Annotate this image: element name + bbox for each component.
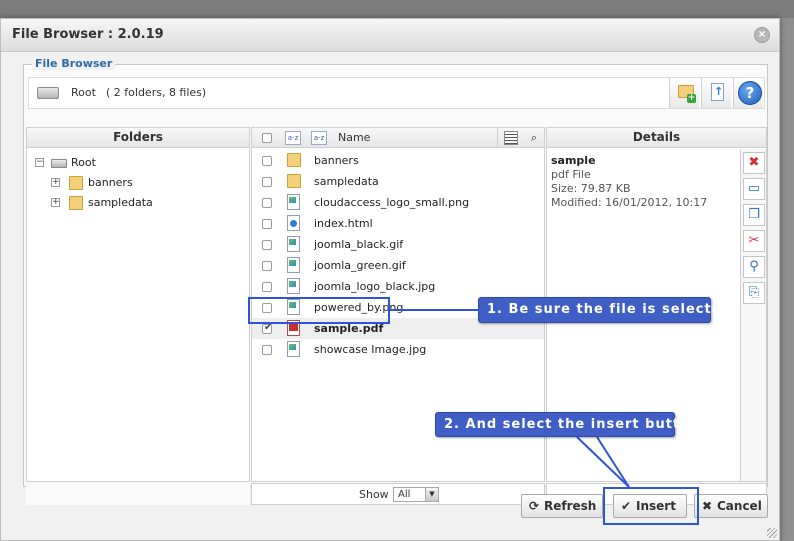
- file-name[interactable]: joomla_green.gif: [314, 259, 406, 272]
- file-row[interactable]: index.html: [252, 213, 544, 234]
- file-checkbox[interactable]: [262, 198, 272, 208]
- cancel-button[interactable]: ✖ Cancel: [694, 494, 768, 518]
- image-file-icon: [287, 236, 300, 252]
- detail-type: pdf File: [551, 168, 591, 181]
- file-checkbox[interactable]: [262, 345, 272, 355]
- file-name[interactable]: joomla_black.gif: [314, 238, 403, 251]
- image-file-icon: [287, 341, 300, 357]
- tree-label[interactable]: Root: [71, 156, 96, 169]
- refresh-button[interactable]: ⟳ Refresh: [521, 494, 603, 518]
- paste-button[interactable]: ⎘: [743, 282, 765, 304]
- expand-icon[interactable]: +: [51, 198, 60, 207]
- files-footer: Show All ▼: [251, 483, 545, 505]
- folders-header: Folders: [27, 128, 249, 148]
- image-file-icon: [287, 194, 300, 210]
- folders-panel: Folders − Root + banners + sampledata: [26, 127, 250, 482]
- file-checkbox[interactable]: [262, 156, 272, 166]
- file-row[interactable]: banners: [252, 150, 544, 171]
- file-row[interactable]: cloudaccess_logo_small.png: [252, 192, 544, 213]
- drive-icon: [37, 87, 59, 99]
- delete-button[interactable]: ✖: [743, 152, 765, 174]
- resize-handle[interactable]: [767, 528, 777, 538]
- file-checkbox[interactable]: [262, 282, 272, 292]
- up-arrow-icon: ↑: [714, 85, 724, 98]
- plus-icon: +: [687, 93, 696, 103]
- new-folder-button[interactable]: +: [669, 78, 699, 108]
- show-label: Show: [359, 488, 389, 501]
- show-select-value: All: [398, 489, 411, 500]
- fieldset-legend: File Browser: [32, 57, 116, 70]
- folder-icon: [69, 196, 83, 210]
- name-column-header[interactable]: Name: [338, 131, 370, 144]
- column-divider: [497, 128, 498, 148]
- files-header: a-z a-z Name ⌕: [252, 128, 544, 148]
- file-name[interactable]: index.html: [314, 217, 373, 230]
- folders-footer: [26, 483, 250, 505]
- collapse-icon[interactable]: −: [35, 158, 44, 167]
- details-toolbar: ✖ ▭ ❐ ✂ ⚲ ⎘: [740, 149, 766, 481]
- close-icon[interactable]: ×: [754, 27, 770, 43]
- file-checkbox[interactable]: [262, 219, 272, 229]
- tree-label[interactable]: banners: [88, 176, 133, 189]
- file-row[interactable]: joomla_green.gif: [252, 255, 544, 276]
- current-path: Root: [71, 86, 96, 99]
- show-select[interactable]: All ▼: [393, 487, 439, 502]
- callout-step-2: 2. And select the insert button.: [435, 412, 705, 437]
- image-file-icon: [287, 278, 300, 294]
- folder-icon: [69, 176, 83, 190]
- background-strip: [0, 0, 794, 18]
- file-checkbox[interactable]: [262, 240, 272, 250]
- file-browser-dialog: File Browser : 2.0.19 × File Browser Roo…: [0, 18, 780, 541]
- file-checkbox-checked[interactable]: ✔: [262, 322, 272, 334]
- copy-button[interactable]: ❐: [743, 204, 765, 226]
- tree-label[interactable]: sampledata: [88, 196, 153, 209]
- folder-icon: [287, 174, 301, 188]
- upload-button[interactable]: ↑: [701, 78, 731, 108]
- search-icon[interactable]: ⌕: [527, 131, 541, 145]
- detail-modified: Modified: 16/01/2012, 10:17: [551, 196, 708, 209]
- file-name[interactable]: sampledata: [314, 175, 379, 188]
- chevron-down-icon[interactable]: ▼: [425, 488, 438, 501]
- dialog-title: File Browser : 2.0.19: [12, 27, 164, 42]
- details-header: Details: [547, 128, 766, 148]
- sort-type-icon[interactable]: a-z: [285, 131, 301, 145]
- select-all-checkbox[interactable]: [262, 133, 272, 143]
- file-checkbox[interactable]: [262, 261, 272, 271]
- cut-button[interactable]: ✂: [743, 230, 765, 252]
- callout-step-1: 1. Be sure the file is selected.: [478, 297, 737, 323]
- list-view-icon[interactable]: [504, 131, 518, 145]
- file-name[interactable]: joomla_logo_black.jpg: [314, 280, 435, 293]
- file-name[interactable]: showcase Image.jpg: [314, 343, 426, 356]
- help-button[interactable]: ?: [733, 78, 763, 108]
- detail-name: sample: [551, 154, 596, 167]
- expand-icon[interactable]: +: [51, 178, 60, 187]
- folder-icon: [287, 153, 301, 167]
- file-name[interactable]: banners: [314, 154, 359, 167]
- refresh-label: Refresh: [544, 499, 597, 513]
- details-body: sample pdf File Size: 79.87 KB Modified:…: [551, 154, 736, 210]
- refresh-icon: ⟳: [529, 499, 540, 513]
- dialog-titlebar[interactable]: File Browser : 2.0.19 ×: [1, 19, 779, 52]
- zoom-icon[interactable]: ⚲: [743, 256, 765, 278]
- item-count: ( 2 folders, 8 files): [106, 86, 207, 99]
- sort-name-icon[interactable]: a-z: [311, 131, 327, 145]
- file-highlight-box: [248, 297, 390, 324]
- file-row[interactable]: joomla_logo_black.jpg: [252, 276, 544, 297]
- help-icon: ?: [738, 81, 762, 105]
- close-icon: ✖: [702, 499, 713, 513]
- file-row[interactable]: sampledata: [252, 171, 544, 192]
- detail-size: Size: 79.87 KB: [551, 182, 631, 195]
- file-name[interactable]: cloudaccess_logo_small.png: [314, 196, 469, 209]
- insert-highlight-box: [603, 487, 699, 525]
- drive-icon: [51, 159, 67, 168]
- rename-button[interactable]: ▭: [743, 178, 765, 200]
- cancel-label: Cancel: [717, 499, 762, 513]
- html-file-icon: [287, 215, 300, 231]
- file-row[interactable]: showcase Image.jpg: [252, 339, 544, 360]
- file-checkbox[interactable]: [262, 177, 272, 187]
- file-row[interactable]: joomla_black.gif: [252, 234, 544, 255]
- image-file-icon: [287, 257, 300, 273]
- path-toolbar: Root ( 2 folders, 8 files) + ↑ ?: [28, 77, 765, 109]
- file-list: banners sampledata cloudaccess_logo_smal…: [252, 150, 544, 360]
